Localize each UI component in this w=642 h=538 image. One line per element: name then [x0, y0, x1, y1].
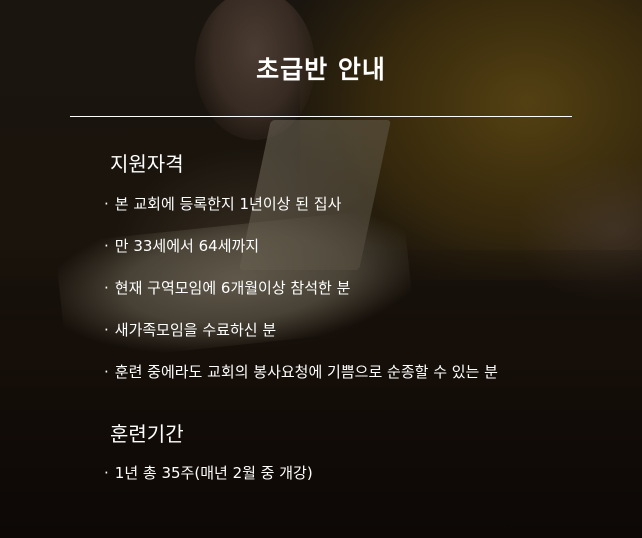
- page-title: 초급반 안내: [256, 55, 386, 84]
- training-period-list: · 1년 총 35주(매년 2월 중 개강): [104, 463, 313, 505]
- qualification-list: · 본 교회에 등록한지 1년이상 된 집사 · 만 33세에서 64세까지 · 현재…: [104, 194, 498, 404]
- list-item-text: 새가족모임을 수료하신 분: [114, 321, 277, 339]
- list-item-text: 본 교회에 등록한지 1년이상 된 집사: [114, 195, 342, 213]
- list-item-text: 현재 구역모임에 6개월이상 참석한 분: [114, 279, 351, 297]
- list-item-text: 1년 총 35주(매년 2월 중 개강): [114, 464, 313, 482]
- list-item: · 본 교회에 등록한지 1년이상 된 집사: [104, 194, 498, 236]
- info-card: 초급반 안내 지원자격 · 본 교회에 등록한지 1년이상 된 집사 · 만 33세…: [0, 0, 642, 538]
- bullet-icon: ·: [104, 464, 109, 482]
- content: 초급반 안내 지원자격 · 본 교회에 등록한지 1년이상 된 집사 · 만 33세…: [0, 0, 642, 538]
- list-item: · 훈련 중에라도 교회의 봉사요청에 기쁨으로 순종할 수 있는 분: [104, 362, 498, 404]
- list-item: · 새가족모임을 수료하신 분: [104, 320, 498, 362]
- list-item: · 1년 총 35주(매년 2월 중 개강): [104, 463, 313, 505]
- list-item-text: 만 33세에서 64세까지: [114, 237, 260, 255]
- bullet-icon: ·: [104, 363, 109, 381]
- bullet-icon: ·: [104, 195, 109, 213]
- section-heading-qualification: 지원자격: [110, 152, 184, 176]
- title-divider: [70, 116, 572, 117]
- list-item-text: 훈련 중에라도 교회의 봉사요청에 기쁨으로 순종할 수 있는 분: [114, 363, 498, 381]
- section-heading-training-period: 훈련기간: [110, 422, 184, 446]
- bullet-icon: ·: [104, 279, 109, 297]
- list-item: · 현재 구역모임에 6개월이상 참석한 분: [104, 278, 498, 320]
- bullet-icon: ·: [104, 237, 109, 255]
- list-item: · 만 33세에서 64세까지: [104, 236, 498, 278]
- bullet-icon: ·: [104, 321, 109, 339]
